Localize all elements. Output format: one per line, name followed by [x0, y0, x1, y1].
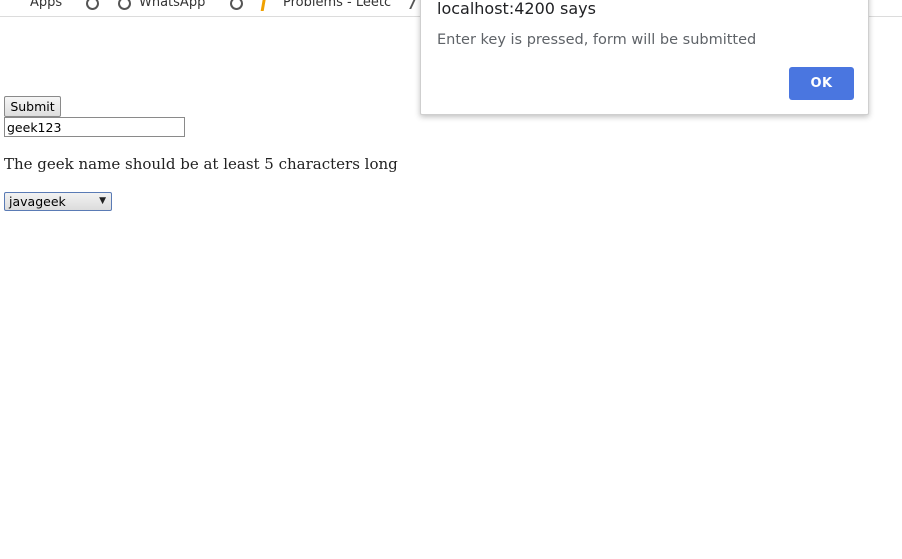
dropdown-arrow-icon: ▼	[99, 196, 106, 206]
globe-icon	[230, 0, 243, 10]
bookmark-label: WhatsApp	[139, 0, 206, 10]
select-value: javageek	[9, 194, 66, 209]
bookmark-apps[interactable]: Apps	[10, 0, 62, 12]
alert-dialog: localhost:4200 says Enter key is pressed…	[420, 0, 869, 115]
bookmark-whatsapp[interactable]: WhatsApp	[118, 0, 205, 12]
globe-icon	[86, 0, 99, 10]
submit-button[interactable]: Submit	[4, 96, 61, 117]
dialog-title: localhost:4200 says	[437, 0, 596, 18]
leetcode-icon	[260, 0, 277, 11]
bookmark-leetcode[interactable]: Problems - Leetc	[260, 0, 392, 12]
bookmark-label: Apps	[30, 0, 63, 10]
validation-error-message: The geek name should be at least 5 chara…	[4, 155, 398, 173]
bookmark-globe-2[interactable]	[230, 0, 251, 12]
dialog-message: Enter key is pressed, form will be submi…	[437, 32, 757, 48]
geek-select[interactable]: javageek ▼	[4, 192, 112, 211]
bookmark-globe[interactable]	[86, 0, 107, 12]
bookmark-label: Problems - Leetc	[283, 0, 392, 10]
whatsapp-icon	[118, 0, 131, 10]
apps-icon	[10, 0, 22, 9]
ok-button[interactable]: OK	[789, 67, 854, 100]
geek-name-input[interactable]	[4, 117, 185, 137]
